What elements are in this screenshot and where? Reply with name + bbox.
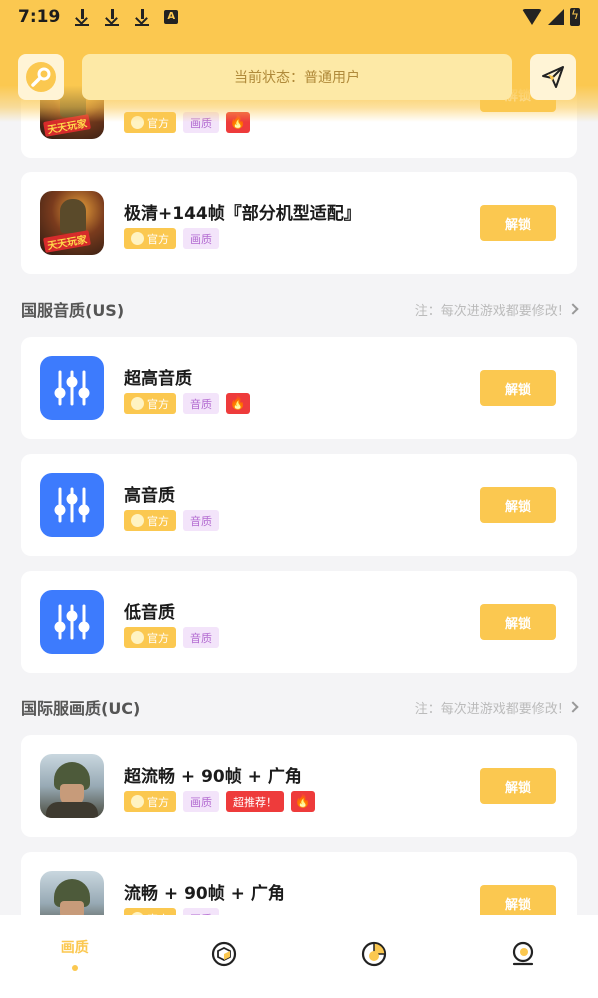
list-item[interactable]: 超流畅 + 90帧 + 广角 官方 画质 超推荐！ 🔥 解锁: [21, 735, 577, 837]
active-indicator: [71, 965, 78, 971]
unlock-button[interactable]: 解锁: [480, 768, 556, 804]
wrench-icon: [26, 62, 56, 92]
paper-plane-icon: [542, 66, 564, 88]
signal-icon: [548, 9, 564, 25]
equalizer-icon: [40, 590, 104, 654]
official-tag: 官方: [124, 791, 176, 812]
tag-group: 官方 音质: [124, 510, 219, 531]
item-title: 超高音质: [124, 369, 192, 389]
section-title: 国服音质(US): [21, 301, 125, 320]
chevron-right-icon: [567, 701, 579, 713]
cube-icon: [212, 941, 237, 967]
app-header: 7:19 A 当前状态：普通用户: [0, 0, 598, 122]
type-tag: 音质: [183, 393, 219, 414]
download-icon: [104, 8, 120, 26]
section-header-uc[interactable]: 国际服画质(UC) 注：每次进游戏都要修改!: [21, 692, 579, 722]
send-button[interactable]: [530, 54, 576, 100]
tag-group: 官方 画质 超推荐！ 🔥: [124, 791, 315, 812]
user-state-text: 当前状态：普通用户: [234, 70, 360, 86]
user-state-field: 当前状态：普通用户: [82, 54, 512, 100]
tag-group: 官方 音质 🔥: [124, 393, 250, 414]
equalizer-icon: [40, 356, 104, 420]
official-tag: 官方: [124, 393, 176, 414]
type-tag: 画质: [183, 228, 219, 249]
official-tag: 官方: [124, 510, 176, 531]
status-time: 7:19: [18, 7, 61, 27]
list-item[interactable]: 低音质 官方 音质 解锁: [21, 571, 577, 673]
type-tag: 音质: [183, 627, 219, 648]
status-bar: 7:19 A: [0, 0, 598, 34]
pubg-mobile-cn-game-icon: 天天玩家: [40, 191, 104, 255]
unlock-button[interactable]: 解锁: [480, 487, 556, 523]
pie-chart-icon: [361, 941, 386, 967]
section-header-us[interactable]: 国服音质(US) 注：每次进游戏都要修改!: [21, 294, 579, 324]
nav-tab-label: 画质: [60, 940, 89, 956]
list-item[interactable]: 超高音质 官方 音质 🔥 解锁: [21, 337, 577, 439]
list-item[interactable]: 天天玩家 极清+144帧『部分机型适配』 官方 画质 解锁: [21, 172, 577, 274]
tag-group: 官方 音质: [124, 627, 219, 648]
fire-icon: 🔥: [291, 791, 315, 812]
tool-button[interactable]: [18, 54, 64, 100]
nav-tab-profile[interactable]: [449, 915, 598, 998]
official-tag: 官方: [124, 228, 176, 249]
unlock-button[interactable]: 解锁: [480, 370, 556, 406]
download-icon: [134, 8, 150, 26]
section-note: 注：每次进游戏都要修改!: [415, 300, 579, 319]
equalizer-icon: [40, 473, 104, 537]
item-title: 极清+144帧『部分机型适配』: [124, 204, 361, 224]
bottom-nav: 画质: [0, 915, 598, 998]
official-tag: 官方: [124, 627, 176, 648]
item-title: 高音质: [124, 486, 175, 506]
notification-a-icon: A: [164, 10, 179, 24]
fire-icon: 🔥: [226, 393, 250, 414]
nav-tab-cube[interactable]: [150, 915, 300, 998]
chevron-right-icon: [567, 303, 579, 315]
item-title: 低音质: [124, 603, 175, 623]
battery-icon: [570, 8, 580, 26]
pubg-global-game-icon: [40, 754, 104, 818]
tag-group: 官方 画质: [124, 228, 219, 249]
unlock-button[interactable]: 解锁: [480, 205, 556, 241]
recommend-tag: 超推荐！: [226, 791, 284, 812]
unlock-button[interactable]: 解锁: [480, 604, 556, 640]
download-icon: [74, 8, 90, 26]
profile-icon: [513, 941, 534, 966]
wifi-icon: [522, 9, 542, 25]
content-list: 天天玩家 官方 画质 🔥 解锁 天天玩家 极清+144帧『部分机型适配』 官方 …: [0, 0, 598, 998]
type-tag: 音质: [183, 510, 219, 531]
type-tag: 画质: [183, 791, 219, 812]
nav-tab-stats[interactable]: [299, 915, 449, 998]
section-title: 国际服画质(UC): [21, 699, 141, 718]
nav-tab-quality[interactable]: 画质: [0, 915, 150, 998]
item-title: 超流畅 + 90帧 + 广角: [124, 767, 302, 787]
section-note: 注：每次进游戏都要修改!: [415, 698, 579, 717]
item-title: 流畅 + 90帧 + 广角: [124, 884, 285, 904]
list-item[interactable]: 高音质 官方 音质 解锁: [21, 454, 577, 556]
